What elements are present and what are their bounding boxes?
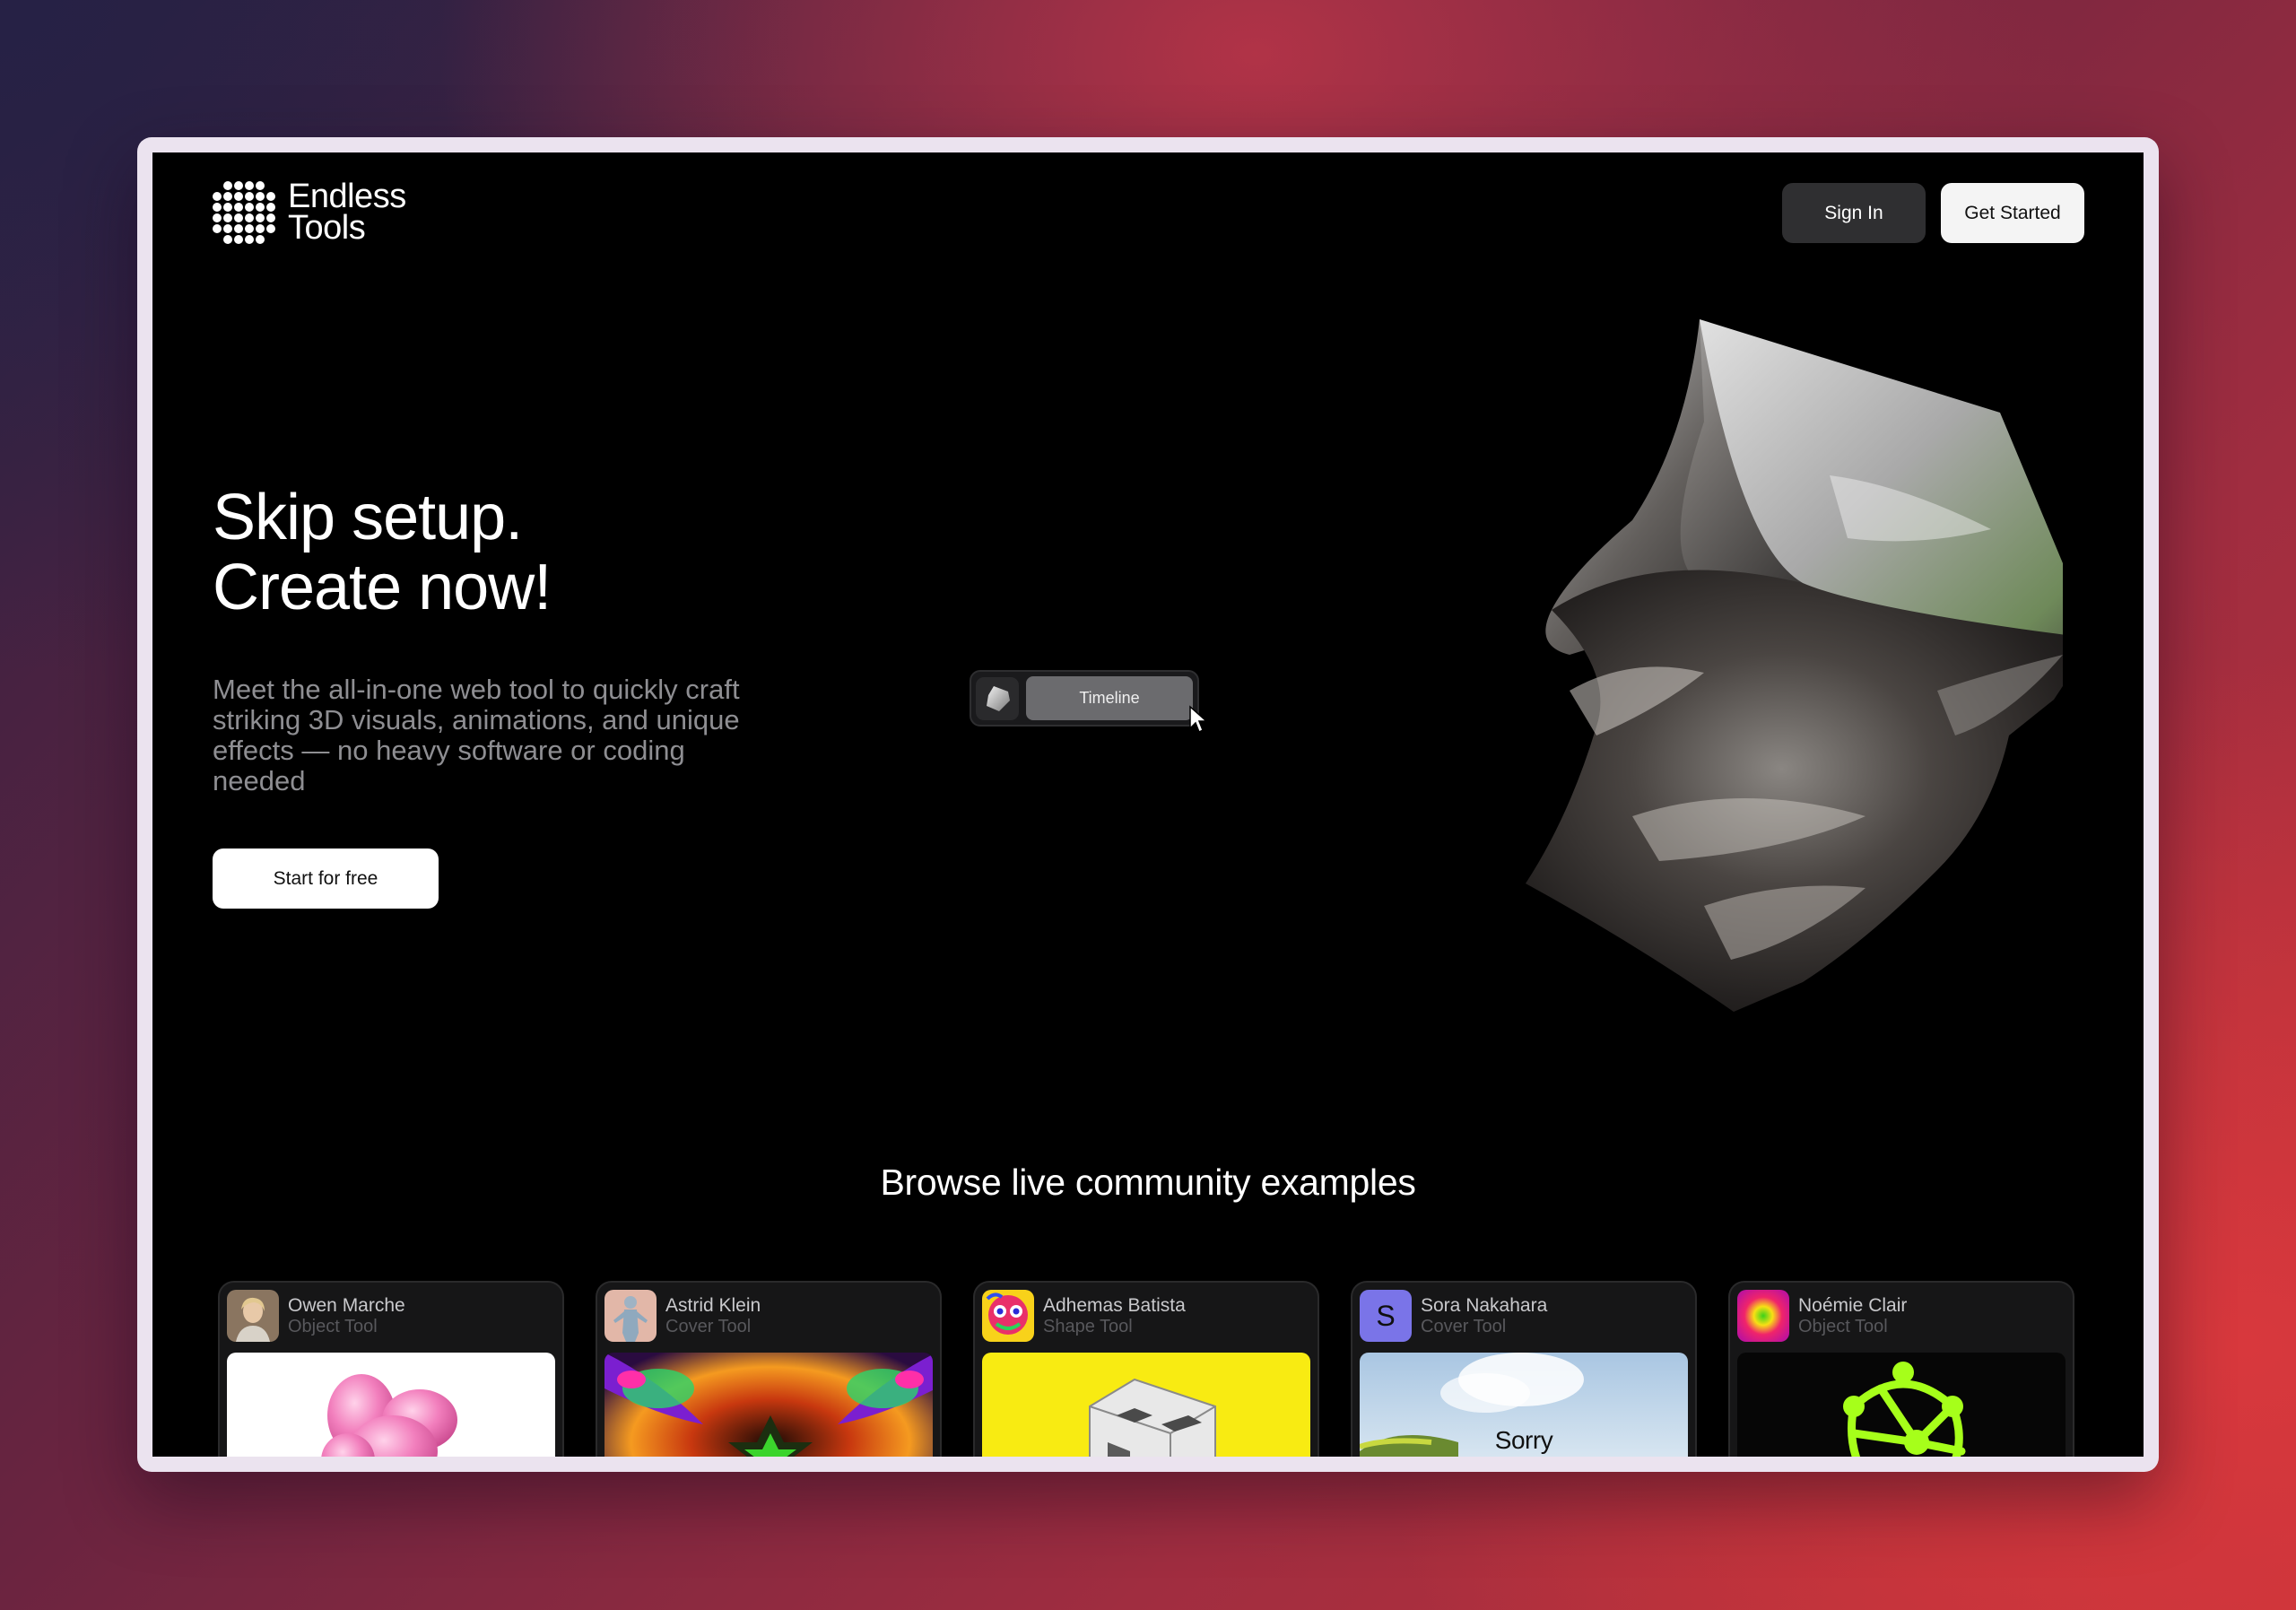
get-started-button[interactable]: Get Started <box>1941 183 2084 243</box>
hero-title: Skip setup. Create now! <box>213 482 552 623</box>
card-preview-image <box>227 1353 555 1457</box>
community-card[interactable]: Adhemas Batista Shape Tool <box>973 1281 1319 1457</box>
avatar-letter: S <box>1360 1290 1412 1342</box>
card-preview-image <box>1737 1353 2066 1457</box>
avatar <box>982 1290 1034 1342</box>
card-author: Sora Nakahara <box>1421 1294 1548 1316</box>
card-tool-name: Object Tool <box>1798 1316 1888 1336</box>
avatar <box>227 1290 279 1342</box>
hero-subtitle: Meet the all-in-one web tool to quickly … <box>213 674 740 796</box>
sign-in-button[interactable]: Sign In <box>1782 183 1926 243</box>
logo-dots-icon <box>213 181 275 244</box>
preview-text: Sorry <box>1494 1426 1553 1454</box>
card-preview-image <box>982 1353 1310 1457</box>
community-card[interactable]: S Sora Nakahara Cover Tool Sorry <box>1351 1281 1697 1457</box>
avatar <box>1737 1290 1789 1342</box>
page-viewport: Endless Tools Sign In Get Started Skip s… <box>152 152 2144 1457</box>
community-card[interactable]: Noémie Clair Object Tool <box>1728 1281 2074 1457</box>
card-preview-image: Sorry <box>1360 1353 1688 1457</box>
card-tool-name: Shape Tool <box>1043 1316 1133 1336</box>
shape-thumbnail-icon <box>976 676 1019 720</box>
chrome-3d-object <box>1526 319 2063 1012</box>
card-tool-name: Cover Tool <box>1421 1316 1507 1336</box>
timeline-button[interactable]: Timeline <box>1026 676 1193 720</box>
card-author: Owen Marche <box>288 1294 405 1316</box>
mouse-cursor-icon <box>1189 705 1208 734</box>
timeline-widget[interactable]: Timeline <box>970 670 1199 727</box>
community-cards: Owen Marche Object Tool Astrid Klein Cov… <box>218 1281 2074 1457</box>
brand-logo[interactable]: Endless Tools <box>213 178 406 247</box>
community-section-title: Browse live community examples <box>880 1162 1416 1203</box>
brand-name: Endless Tools <box>288 178 406 247</box>
card-author: Adhemas Batista <box>1043 1294 1186 1316</box>
community-card[interactable]: Owen Marche Object Tool <box>218 1281 564 1457</box>
start-for-free-button[interactable]: Start for free <box>213 849 439 909</box>
card-author: Noémie Clair <box>1798 1294 1908 1316</box>
card-tool-name: Object Tool <box>288 1316 378 1336</box>
card-author: Astrid Klein <box>665 1294 761 1316</box>
community-card[interactable]: Astrid Klein Cover Tool <box>596 1281 942 1457</box>
card-preview-image <box>604 1353 933 1457</box>
avatar <box>604 1290 657 1342</box>
card-tool-name: Cover Tool <box>665 1316 752 1336</box>
